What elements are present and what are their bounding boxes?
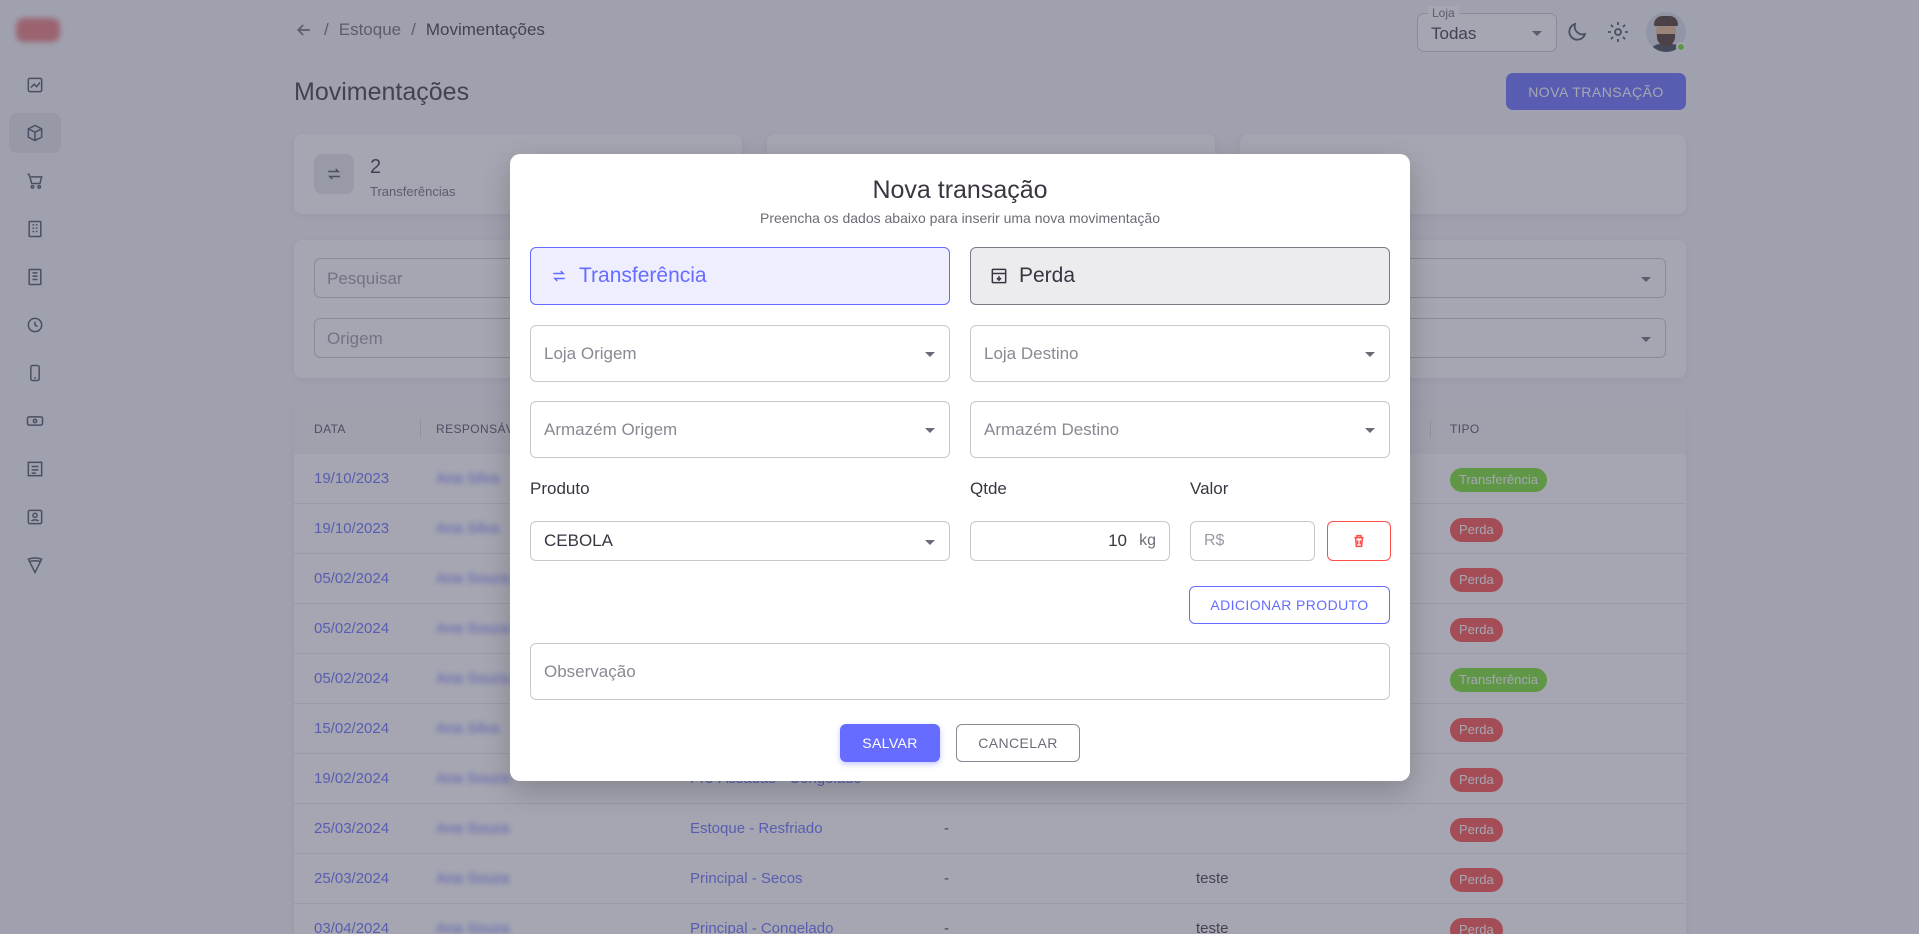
delete-product-button[interactable] xyxy=(1327,521,1391,561)
observacao-input[interactable]: Observação xyxy=(530,643,1390,700)
save-button[interactable]: SALVAR xyxy=(840,724,940,762)
loja-destino-select[interactable]: Loja Destino xyxy=(970,325,1390,382)
qtde-value: 10 xyxy=(1108,531,1127,550)
valor-input[interactable]: R$ xyxy=(1190,521,1315,561)
valor-label: Valor xyxy=(1190,479,1229,498)
loja-origem-label: Loja Origem xyxy=(544,344,637,363)
qtde-input[interactable]: 10 kg xyxy=(970,521,1170,561)
add-product-button[interactable]: ADICIONAR PRODUTO xyxy=(1189,586,1390,624)
armazem-destino-label: Armazém Destino xyxy=(984,420,1120,439)
chevron-down-icon xyxy=(925,352,935,357)
trash-icon xyxy=(1354,534,1364,548)
produto-select[interactable]: CEBOLA xyxy=(530,521,950,561)
type-loss-label: Perda xyxy=(1019,264,1076,287)
new-transaction-dialog: Nova transação Preencha os dados abaixo … xyxy=(510,154,1410,781)
archive-icon xyxy=(991,268,1007,284)
produto-label: Produto xyxy=(530,479,590,498)
chevron-down-icon xyxy=(1365,428,1375,433)
transfer-icon xyxy=(553,270,565,282)
armazem-origem-label: Armazém Origem xyxy=(544,420,678,439)
cancel-button[interactable]: CANCELAR xyxy=(956,724,1080,762)
type-loss-button[interactable]: Perda xyxy=(970,247,1390,305)
observacao-placeholder: Observação xyxy=(544,662,636,681)
produto-value: CEBOLA xyxy=(544,531,613,550)
valor-placeholder: R$ xyxy=(1204,532,1225,549)
loja-origem-select[interactable]: Loja Origem xyxy=(530,325,950,382)
armazem-destino-select[interactable]: Armazém Destino xyxy=(970,401,1390,458)
armazem-origem-select[interactable]: Armazém Origem xyxy=(530,401,950,458)
dialog-subtitle: Preencha os dados abaixo para inserir um… xyxy=(759,210,1160,226)
chevron-down-icon xyxy=(1365,352,1375,357)
type-transfer-label: Transferência xyxy=(579,264,707,287)
loja-destino-label: Loja Destino xyxy=(984,344,1079,363)
qtde-unit: kg xyxy=(1139,532,1156,549)
chevron-down-icon xyxy=(925,540,935,545)
dialog-title: Nova transação xyxy=(872,176,1048,204)
chevron-down-icon xyxy=(925,428,935,433)
qtde-label: Qtde xyxy=(970,479,1007,498)
type-transfer-button[interactable]: Transferência xyxy=(530,247,950,305)
